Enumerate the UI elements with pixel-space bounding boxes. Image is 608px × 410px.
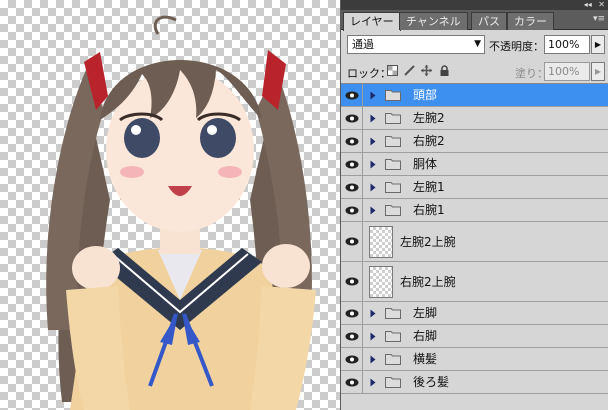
lock-move-icon[interactable] [421,65,432,76]
fill-input[interactable]: 100% [544,62,590,81]
collapse-icon[interactable]: ◂◂ [584,0,592,10]
expand-arrow-icon[interactable] [369,205,377,215]
folder-icon [385,204,401,216]
opacity-label: 不透明度： [489,40,544,53]
layer-row-right-arm-2[interactable]: 右腕2 [341,130,608,153]
opacity-stepper[interactable]: ▶ [591,35,605,54]
layers-panel: ◂◂ ✕ レイヤー チャンネル パス カラー ▾≡ 通過 ▼ 不透明度： 100… [340,0,608,410]
folder-icon [385,376,401,388]
eye-icon[interactable] [341,199,363,221]
layer-row-back-hair[interactable]: 後ろ髪 [341,371,608,394]
panel-title-strip: ◂◂ ✕ [341,0,608,10]
layer-name: 右腕2 [413,134,445,148]
eye-icon[interactable] [341,84,363,106]
expand-arrow-icon[interactable] [369,90,377,100]
close-icon[interactable]: ✕ [598,0,605,10]
lock-transparent-icon[interactable] [387,65,398,76]
expand-arrow-icon[interactable] [369,182,377,192]
blend-mode-value: 通過 [352,38,374,51]
folder-icon [385,307,401,319]
tab-color[interactable]: カラー [507,12,554,30]
folder-icon [385,181,401,193]
eye-icon[interactable] [341,325,363,347]
eye-icon[interactable] [341,130,363,152]
eye-icon[interactable] [341,153,363,175]
dropdown-arrow-icon: ▼ [474,39,481,49]
layer-name: 頭部 [413,88,438,102]
layer-row-right-leg[interactable]: 右脚 [341,325,608,348]
layer-name: 右脚 [413,329,438,343]
layer-thumbnail [369,226,393,258]
layer-row-left-arm-2[interactable]: 左腕2 [341,107,608,130]
layer-name: 左腕2上腕 [400,234,456,249]
fill-stepper[interactable]: ▶ [591,62,605,81]
folder-icon [385,158,401,170]
expand-arrow-icon[interactable] [369,377,377,387]
folder-icon [385,89,401,101]
lock-all-icon[interactable] [439,65,450,76]
character-illustration [46,15,316,410]
layer-name: 横髪 [413,352,438,366]
layer-row-side-hair[interactable]: 横髪 [341,348,608,371]
layer-row-left-leg[interactable]: 左脚 [341,302,608,325]
tab-channels[interactable]: チャンネル [399,12,468,30]
expand-arrow-icon[interactable] [369,354,377,364]
lock-brush-icon[interactable] [404,65,415,76]
panel-tab-bar: レイヤー チャンネル パス カラー ▾≡ [341,10,608,31]
eye-icon[interactable] [341,222,363,261]
expand-arrow-icon[interactable] [369,113,377,123]
layer-name: 右腕1 [413,203,445,217]
layer-name: 胴体 [413,157,438,171]
lock-label: ロック： [347,67,391,80]
eye-icon[interactable] [341,348,363,370]
eye-icon[interactable] [341,176,363,198]
folder-icon [385,353,401,365]
expand-arrow-icon[interactable] [369,159,377,169]
layer-name: 左脚 [413,306,438,320]
folder-icon [385,330,401,342]
blend-mode-select[interactable]: 通過 ▼ [347,35,485,54]
layer-name: 右腕2上腕 [400,274,456,289]
layer-name: 後ろ髪 [413,375,450,389]
eye-icon[interactable] [341,371,363,393]
folder-icon [385,112,401,124]
layer-list: 頭部 左腕2 右腕2 胴体 左腕1 右腕1 左腕2上腕 右腕2上腕 左脚 右脚 … [341,83,608,410]
tab-layers[interactable]: レイヤー [343,12,401,31]
layer-name: 左腕2 [413,111,445,125]
layer-row-left-arm-1[interactable]: 左腕1 [341,176,608,199]
document-canvas[interactable] [0,0,340,410]
layer-row-torso[interactable]: 胴体 [341,153,608,176]
expand-arrow-icon[interactable] [369,308,377,318]
panel-menu-icon[interactable]: ▾≡ [593,13,605,25]
folder-icon [385,135,401,147]
tab-paths[interactable]: パス [471,12,507,30]
eye-icon[interactable] [341,262,363,301]
layer-row-right-arm-2-upper[interactable]: 右腕2上腕 [341,262,608,302]
expand-arrow-icon[interactable] [369,136,377,146]
layer-row-head[interactable]: 頭部 [341,84,608,107]
blend-row: 通過 ▼ 不透明度： 100% ▶ [341,32,608,56]
eye-icon[interactable] [341,107,363,129]
layer-row-left-arm-2-upper[interactable]: 左腕2上腕 [341,222,608,262]
layer-row-right-arm-1[interactable]: 右腕1 [341,199,608,222]
layer-name: 左腕1 [413,180,445,194]
lock-row: ロック： 塗り： 100% ▶ [341,60,608,82]
opacity-input[interactable]: 100% [544,35,590,54]
expand-arrow-icon[interactable] [369,331,377,341]
eye-icon[interactable] [341,302,363,324]
layer-thumbnail [369,266,393,298]
